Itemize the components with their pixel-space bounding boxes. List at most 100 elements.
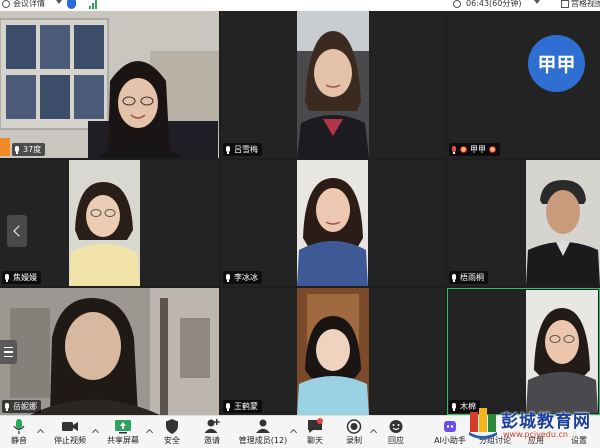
share-screen-icon: [103, 418, 143, 435]
participant-name: 37度: [23, 145, 42, 154]
participant-tile[interactable]: 岳妮娜: [0, 288, 219, 415]
menu-icon: [4, 346, 13, 349]
participant-nameplate: 吕雪梅: [223, 143, 262, 156]
participant-tile[interactable]: 李冰冰: [221, 160, 445, 286]
participant-tile[interactable]: 吕雪梅: [221, 11, 445, 158]
meeting-top-bar: 会议详情 06:43(60分钟) 宫格视图: [0, 0, 600, 11]
microphone-icon: [225, 402, 231, 411]
chevron-left-icon: [13, 225, 25, 237]
ai-assistant-icon: [430, 418, 470, 435]
menu-icon-line: [4, 355, 13, 358]
stop-video-label: 停止视频: [54, 436, 86, 445]
manage-participants-label: 管理成员(12): [238, 436, 288, 445]
participant-tile[interactable]: 焦嫚嫚: [0, 160, 219, 286]
chevron-up-icon[interactable]: [289, 428, 298, 437]
microphone-muted-icon: [451, 145, 457, 154]
emoji-icon: [460, 146, 467, 153]
avatar-initials: 甲甲: [537, 54, 576, 76]
shield-icon[interactable]: [67, 0, 76, 9]
participant-name: 梧雨桐: [460, 273, 484, 282]
microphone-icon: [4, 418, 34, 435]
info-icon[interactable]: [2, 0, 10, 8]
participant-video: [0, 288, 219, 415]
microphone-icon: [4, 273, 10, 282]
chat-button[interactable]: 聊天: [301, 418, 329, 448]
microphone-icon: [225, 273, 231, 282]
mute-button[interactable]: 静音: [4, 418, 34, 448]
microphone-icon: [225, 145, 231, 154]
invite-button[interactable]: 邀请: [198, 418, 226, 448]
participant-video: [69, 160, 140, 286]
chevron-up-icon[interactable]: [36, 428, 45, 437]
share-screen-label: 共享屏幕: [107, 436, 139, 445]
microphone-icon: [14, 145, 20, 154]
manage-participants-button[interactable]: 管理成员(12): [236, 418, 290, 448]
participant-name: 甲甲: [470, 145, 486, 154]
participant-avatar: 甲甲: [528, 35, 585, 92]
participant-tile[interactable]: 王鹤蒙: [221, 288, 445, 415]
meeting-info-link[interactable]: 会议详情: [13, 0, 45, 9]
shield-icon: [158, 418, 186, 435]
video-grid: 37度 吕雪梅 甲甲 甲甲 焦嫚嫚 李冰冰 梧雨桐 岳妮娜 王鹤蒙 木棉: [0, 11, 600, 415]
add-user-icon: [198, 418, 226, 435]
mute-label: 静音: [11, 436, 27, 445]
microphone-icon: [4, 402, 10, 411]
participant-tile-active-speaker[interactable]: 木棉: [447, 288, 600, 415]
participant-video: [526, 160, 600, 286]
invite-label: 邀请: [204, 436, 220, 445]
participant-video: [297, 160, 368, 286]
emoji-icon: [489, 146, 496, 153]
participant-name: 吕雪梅: [234, 145, 258, 154]
participant-name: 焦嫚嫚: [13, 273, 37, 282]
view-mode-button[interactable]: 宫格视图: [571, 0, 600, 9]
participant-video: [526, 290, 598, 413]
site-watermark-logo: 彭城教育网 www.pcjyedu.cn: [468, 404, 598, 444]
participant-nameplate: 甲甲: [449, 143, 500, 156]
participant-video: [297, 288, 369, 415]
reactions-button[interactable]: 回应: [382, 418, 410, 448]
stop-video-button[interactable]: 停止视频: [50, 418, 90, 448]
record-icon: [340, 418, 368, 435]
microphone-icon: [451, 273, 457, 282]
participant-nameplate: 37度: [12, 143, 46, 156]
participant-nameplate: 李冰冰: [223, 271, 262, 284]
clock-icon: [453, 0, 461, 8]
watermark-title: 彭城教育网: [501, 412, 591, 432]
record-label: 录制: [346, 436, 362, 445]
participant-name: 王鹤蒙: [234, 402, 258, 411]
participant-nameplate: 梧雨桐: [449, 271, 488, 284]
chevron-up-icon[interactable]: [145, 428, 154, 437]
participant-name: 李冰冰: [234, 273, 258, 282]
watermark-url: www.pcjyedu.cn: [503, 430, 568, 439]
smiley-icon: [382, 418, 410, 435]
security-label: 安全: [164, 436, 180, 445]
chat-bubble-icon: [301, 418, 329, 435]
video-camera-icon: [50, 418, 90, 435]
participant-nameplate: 岳妮娜: [2, 400, 41, 413]
record-button[interactable]: 录制: [340, 418, 368, 448]
chevron-down-icon[interactable]: [56, 0, 62, 4]
more-options-button[interactable]: [0, 340, 17, 364]
chevron-up-icon[interactable]: [91, 428, 100, 437]
participant-nameplate: 王鹤蒙: [223, 400, 262, 413]
chevron-down-icon[interactable]: [534, 0, 540, 4]
participant-video: [297, 11, 369, 158]
participant-tile[interactable]: 甲甲 甲甲: [447, 11, 600, 158]
chat-label: 聊天: [307, 436, 323, 445]
participant-video: [0, 11, 219, 158]
microphone-icon: [451, 402, 457, 411]
chevron-up-icon[interactable]: [369, 428, 378, 437]
security-button[interactable]: 安全: [158, 418, 186, 448]
ai-assistant-button[interactable]: AI小助手: [430, 418, 470, 448]
participant-nameplate: 焦嫚嫚: [2, 271, 41, 284]
signal-strength-icon[interactable]: [89, 0, 99, 9]
previous-page-button[interactable]: [7, 215, 27, 247]
participant-tile[interactable]: 梧雨桐: [447, 160, 600, 286]
grid-view-icon[interactable]: [561, 0, 569, 8]
share-screen-button[interactable]: 共享屏幕: [103, 418, 143, 448]
participants-icon: [236, 418, 290, 435]
participant-tile[interactable]: 37度: [0, 11, 219, 158]
participant-name: 岳妮娜: [13, 402, 37, 411]
menu-icon-line: [4, 351, 13, 353]
ai-assistant-label: AI小助手: [434, 436, 466, 445]
